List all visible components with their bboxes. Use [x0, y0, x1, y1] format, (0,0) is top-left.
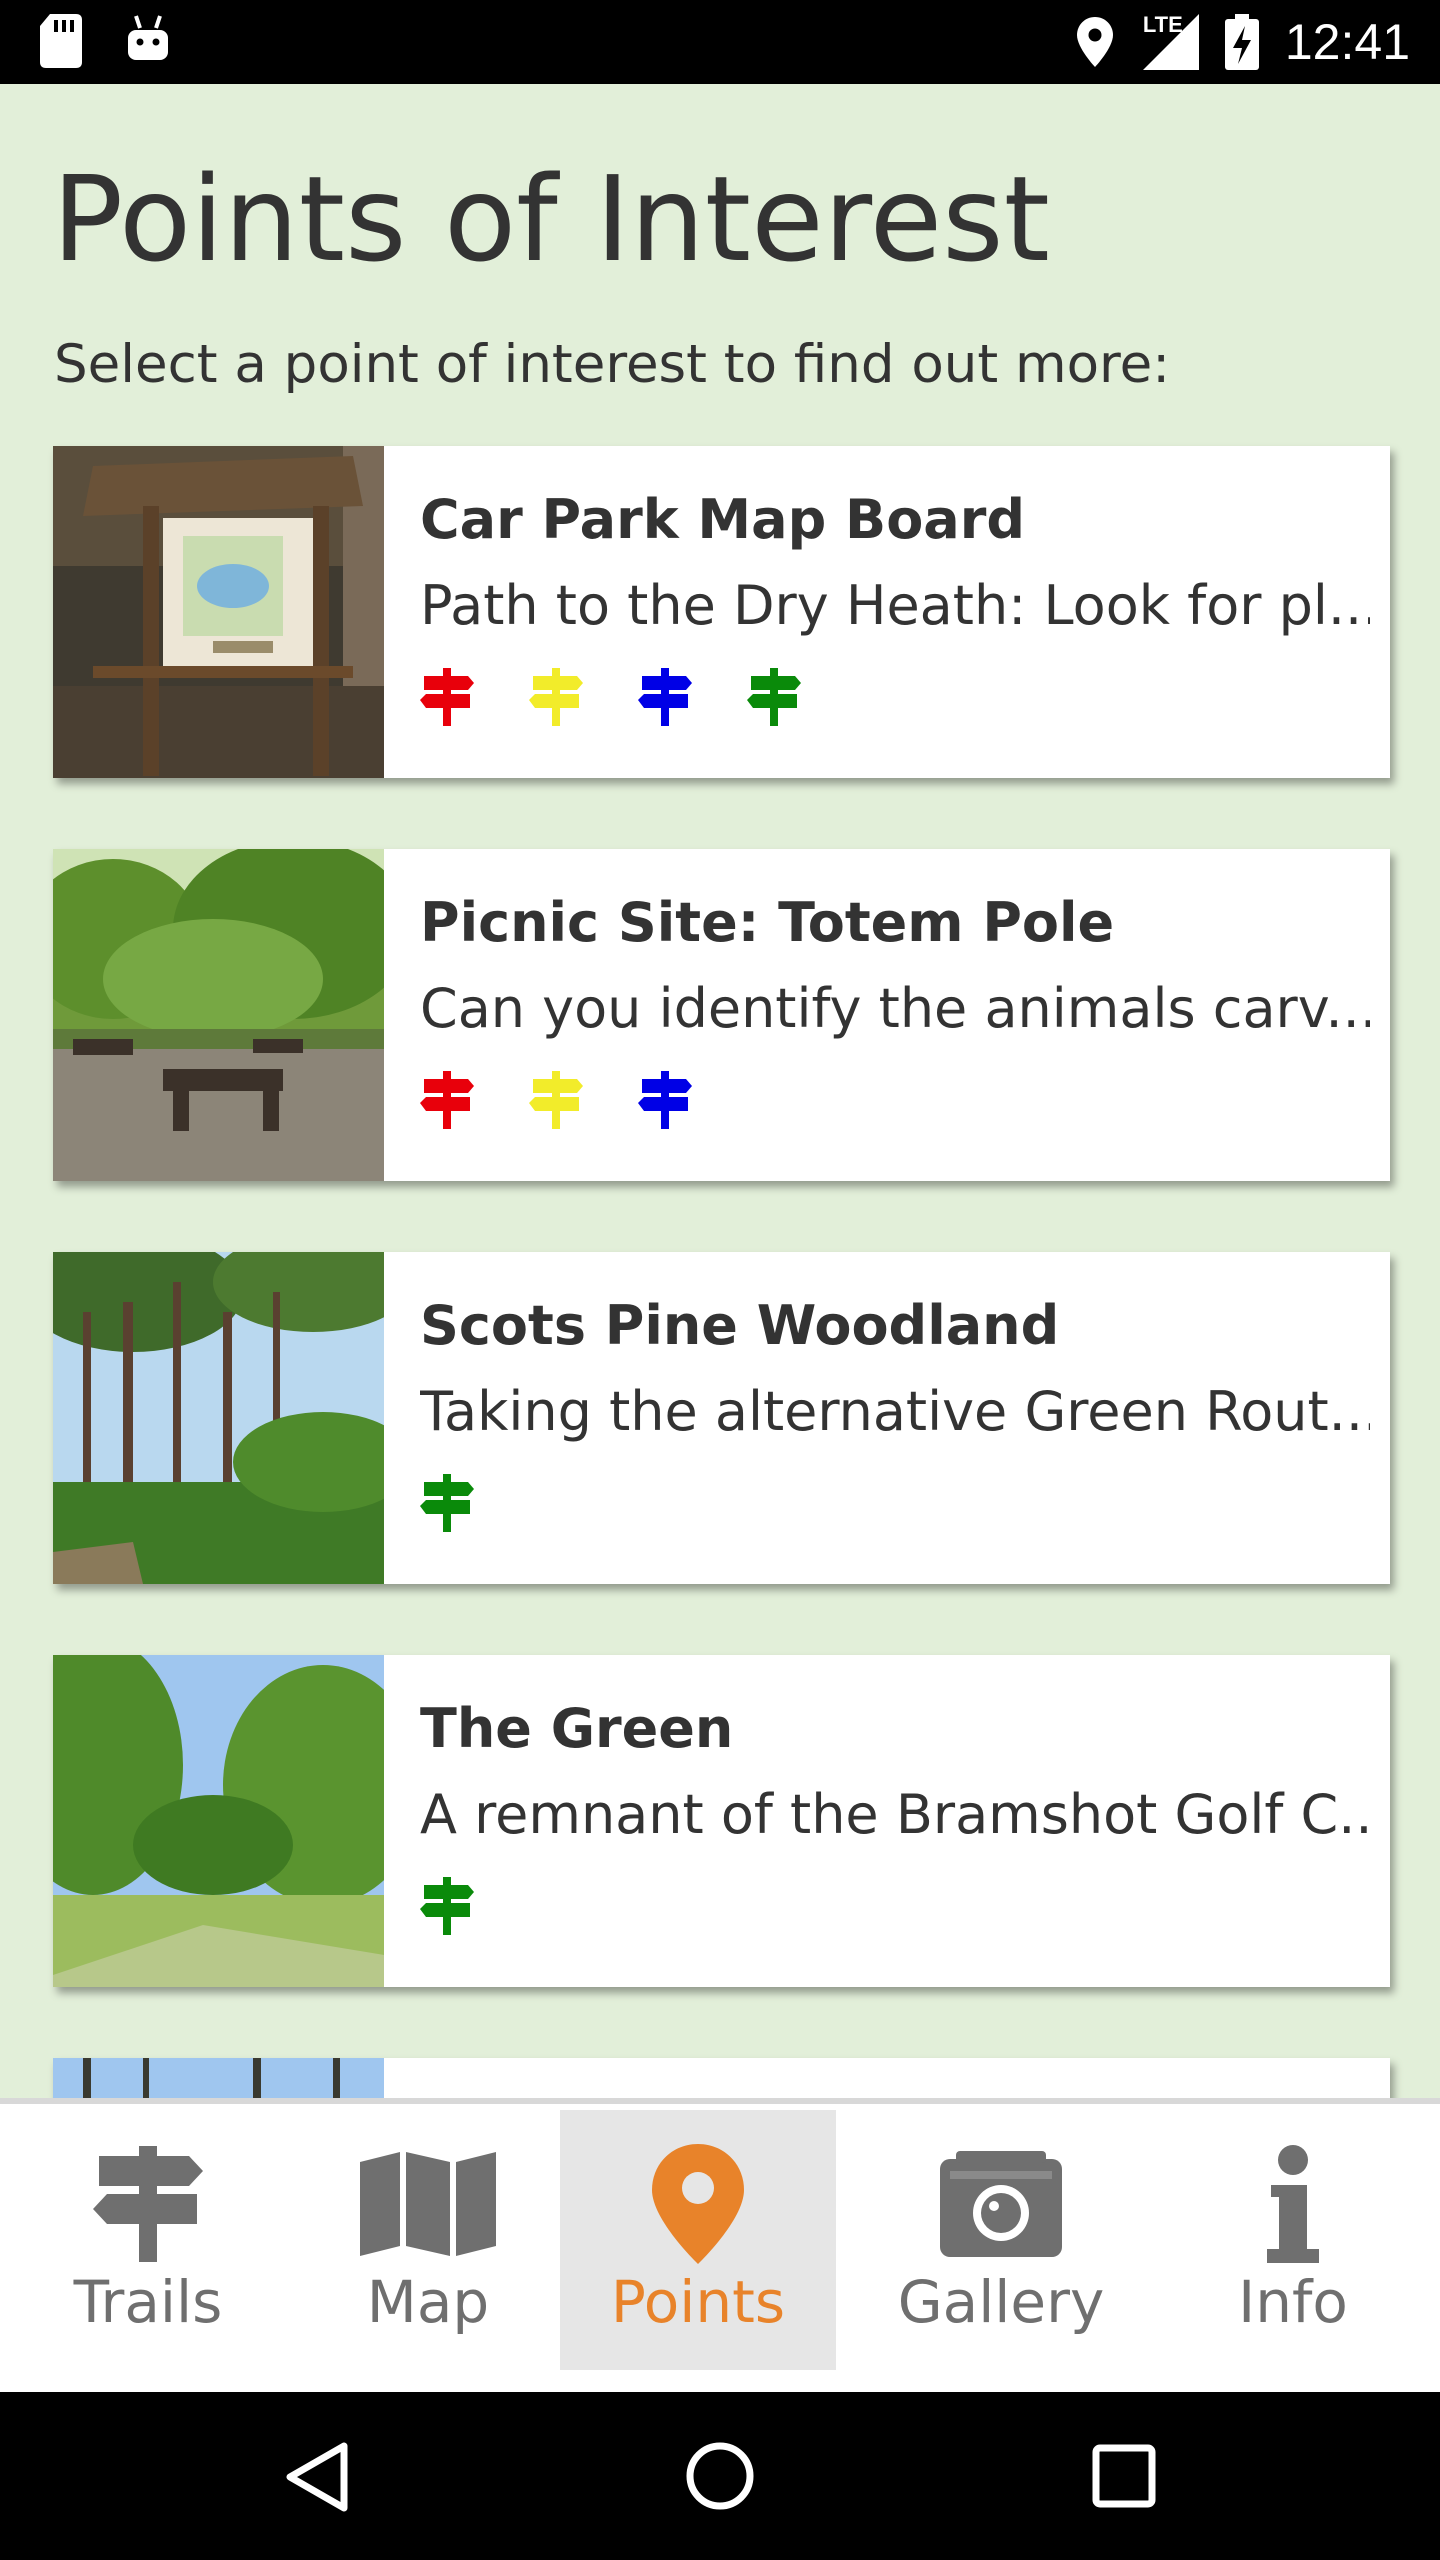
point-card[interactable]: Picnic Site: Totem Pole Can you identify…	[53, 849, 1390, 1181]
home-icon[interactable]	[684, 2440, 756, 2512]
recents-icon[interactable]	[1092, 2444, 1156, 2508]
nav-label: Trails	[73, 2268, 223, 2336]
red-trail-signpost-icon	[420, 668, 474, 726]
page-subtitle: Select a point of interest to find out m…	[54, 334, 1171, 395]
clock: 12:41	[1284, 14, 1410, 70]
yellow-trail-signpost-icon	[529, 668, 583, 726]
point-description: Taking the alternative Green Rout...	[420, 1380, 1370, 1443]
map-icon	[360, 2152, 496, 2256]
back-icon[interactable]	[284, 2442, 350, 2512]
nav-label: Map	[366, 2268, 490, 2336]
status-bar: LTE 12:41	[0, 0, 1440, 84]
nav-label: Gallery	[897, 2268, 1105, 2336]
trail-icons	[420, 1474, 474, 1532]
point-card[interactable]: Scots Pine Woodland Taking the alternati…	[53, 1252, 1390, 1584]
map-pin-icon	[652, 2144, 744, 2264]
nav-label: Info	[1238, 2268, 1348, 2336]
signpost-icon	[93, 2146, 203, 2262]
map-board-photo	[53, 446, 384, 778]
green-trail-signpost-icon	[420, 1877, 474, 1935]
point-card[interactable]: Car Park Map Board Path to the Dry Heath…	[53, 446, 1390, 778]
point-title: Scots Pine Woodland	[420, 1294, 1060, 1357]
yellow-trail-signpost-icon	[529, 1071, 583, 1129]
point-title: Car Park Map Board	[420, 488, 1026, 551]
trail-icons	[420, 1877, 474, 1935]
trail-icons	[420, 1071, 692, 1129]
battery-charging-icon	[1224, 14, 1259, 70]
point-description: Can you identify the animals carv...	[420, 977, 1370, 1040]
nav-points[interactable]: Points	[560, 2110, 836, 2370]
nav-trails[interactable]: Trails	[0, 2110, 296, 2370]
page-title: Points of Interest	[52, 150, 1050, 288]
point-title: The Green	[420, 1697, 734, 1760]
trail-icons	[420, 668, 801, 726]
blue-trail-signpost-icon	[638, 1071, 692, 1129]
android-debug-icon	[128, 15, 168, 60]
blue-trail-signpost-icon	[638, 668, 692, 726]
pine-woodland-photo	[53, 1252, 384, 1584]
network-type: LTE	[1142, 12, 1183, 37]
point-title: Picnic Site: Totem Pole	[420, 891, 1115, 954]
signal-icon: LTE	[1139, 12, 1199, 70]
the-green-photo	[53, 1655, 384, 1987]
nav-label: Points	[610, 2268, 786, 2336]
point-card[interactable]: The Green A remnant of the Bramshot Golf…	[53, 1655, 1390, 1987]
point-description: A remnant of the Bramshot Golf C...	[420, 1783, 1370, 1846]
location-icon	[1076, 17, 1113, 67]
nav-gallery[interactable]: Gallery	[836, 2110, 1166, 2370]
sd-card-icon	[40, 14, 82, 68]
red-trail-signpost-icon	[420, 1071, 474, 1129]
nav-map[interactable]: Map	[296, 2110, 560, 2370]
green-trail-signpost-icon	[420, 1474, 474, 1532]
picnic-site-photo	[53, 849, 384, 1181]
camera-icon	[940, 2151, 1062, 2257]
point-description: Path to the Dry Heath: Look for pl...	[420, 574, 1370, 637]
info-icon	[1267, 2145, 1319, 2263]
green-trail-signpost-icon	[747, 668, 801, 726]
system-navigation-bar	[0, 2392, 1440, 2560]
nav-info[interactable]: Info	[1166, 2110, 1420, 2370]
bottom-navigation: Trails Map Points Gallery Info	[0, 2098, 1440, 2398]
